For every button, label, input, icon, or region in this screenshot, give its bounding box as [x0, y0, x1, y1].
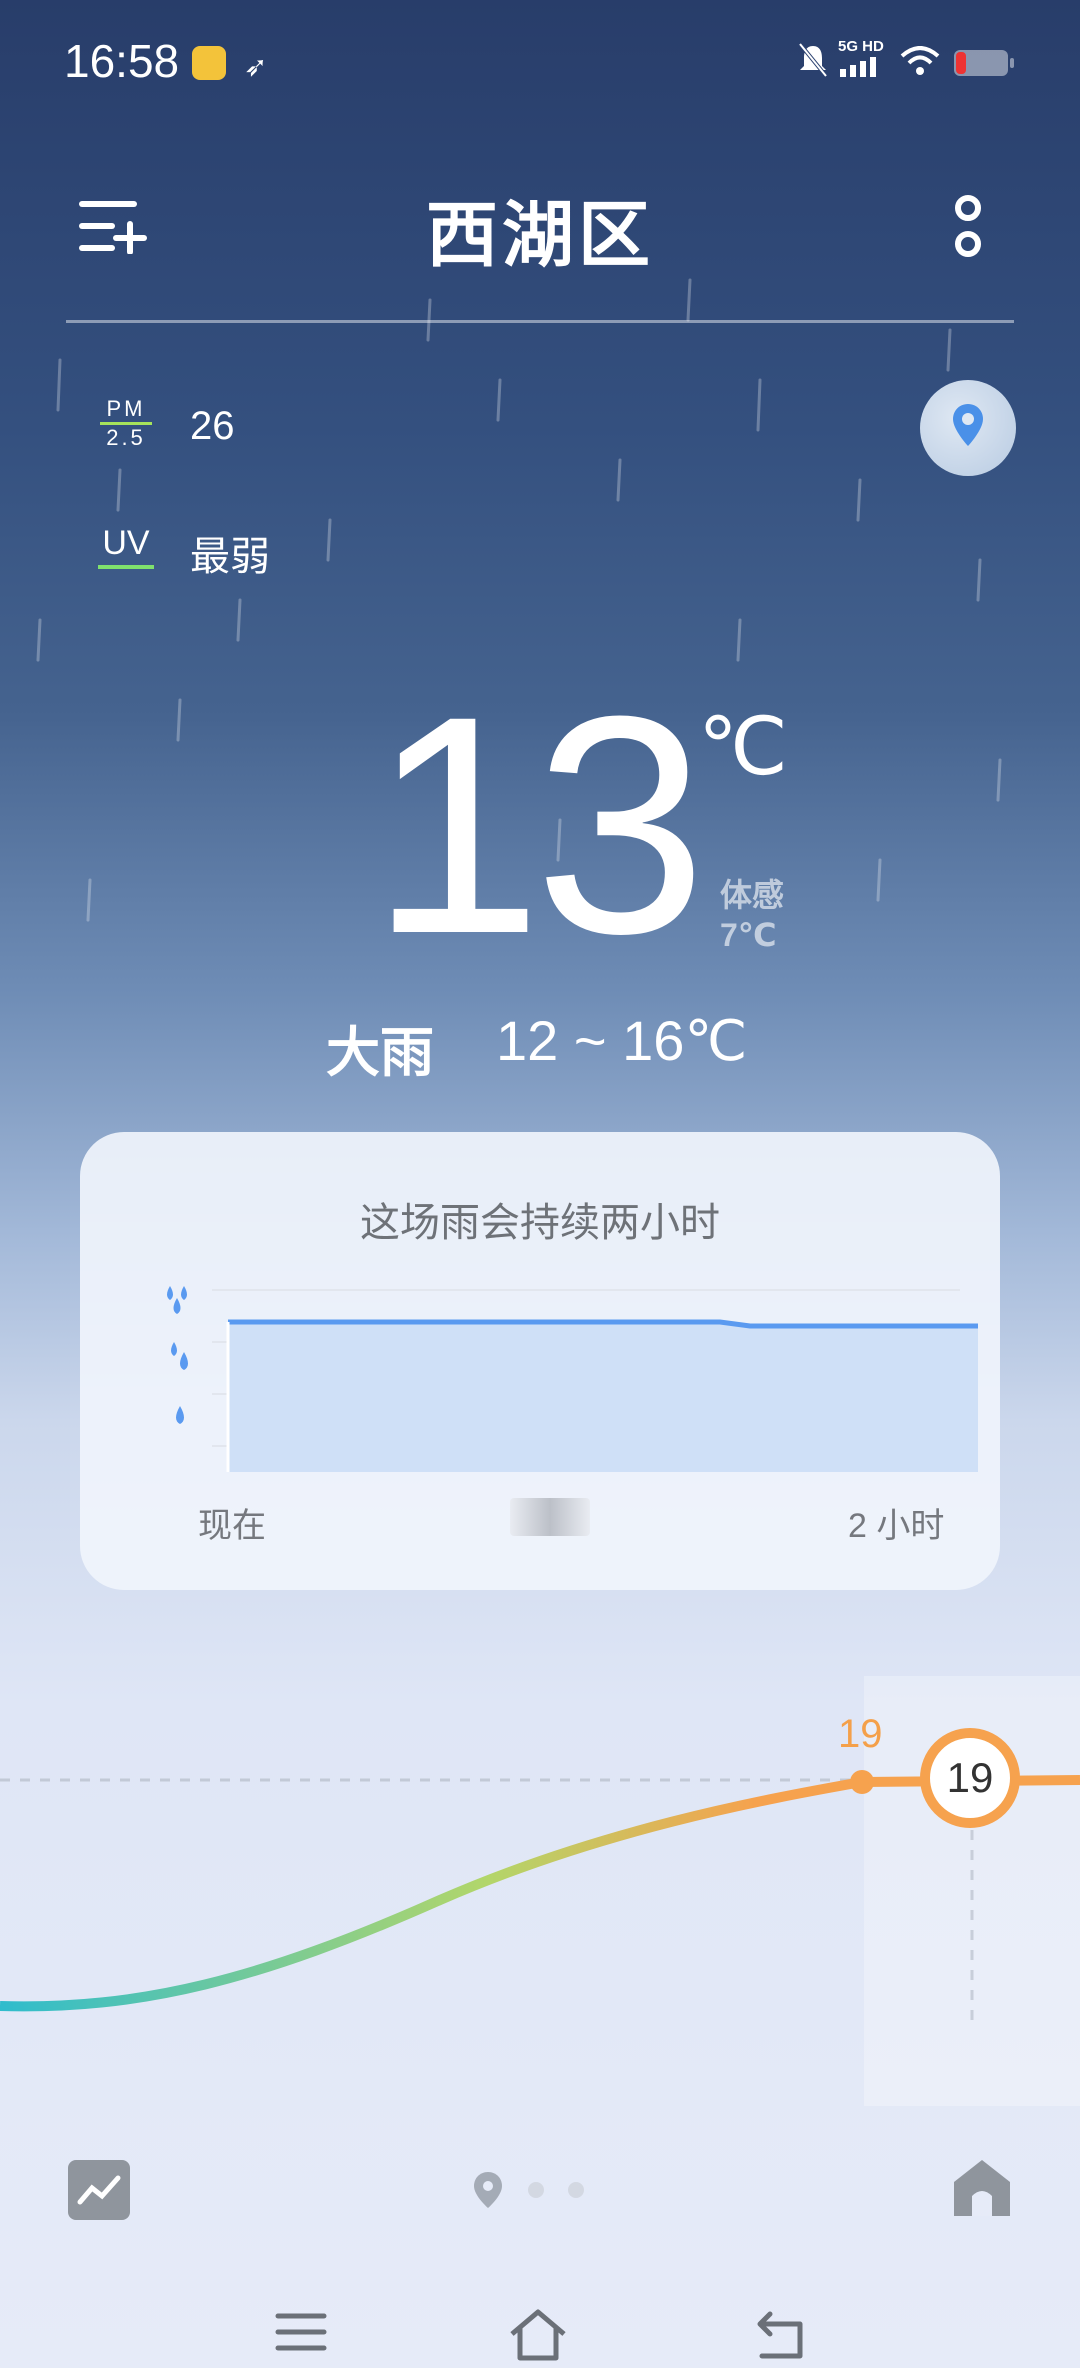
status-bar: 16:58 ➶ 5G HD [0, 0, 1080, 120]
uv-label: UV [102, 524, 150, 562]
pm-label-top: PM [106, 396, 146, 421]
heavy-rain-drops-icon [167, 1286, 187, 1314]
precipitation-chart [167, 1286, 978, 1472]
city-manage-menu-button[interactable] [78, 198, 148, 254]
back-nav-icon[interactable] [752, 2306, 808, 2362]
pm25-value: 26 [190, 404, 235, 448]
page-dot-3 [568, 2182, 584, 2198]
wifi-icon [900, 46, 940, 75]
feels-like-value: 7℃ [720, 917, 777, 953]
location-map-button[interactable] [920, 380, 1016, 476]
system-navigation-bar [0, 2300, 1080, 2368]
moderate-rain-drops-icon [171, 1342, 188, 1370]
peak-temperature-label: 19 [838, 1712, 883, 1756]
cell-signal-icon: 5G HD [838, 38, 888, 82]
current-hour-temperature-badge[interactable]: 19 [920, 1728, 1020, 1828]
notification-app-icon [192, 46, 226, 80]
uv-value: 最弱 [190, 535, 270, 579]
hourly-temperature-curve[interactable] [0, 1680, 1080, 2020]
current-temperature: 13 [370, 651, 707, 998]
pm25-tag: PM 2.5 [98, 398, 154, 449]
rain-chart-label-mid-blurred [510, 1498, 590, 1536]
uv-tag: UV [98, 524, 154, 569]
header-divider [66, 320, 1014, 323]
trend-icon [77, 2175, 121, 2205]
temperature-unit: ℃ [698, 702, 788, 791]
home-card-button[interactable] [950, 2156, 1014, 2220]
page-dot-2 [528, 2182, 544, 2198]
mute-bell-icon [798, 42, 828, 78]
network-type-label: 5G HD [838, 38, 884, 55]
map-pin-icon [953, 404, 983, 446]
peak-temperature-dot [850, 1770, 874, 1794]
pm-label-bottom: 2.5 [106, 425, 146, 450]
home-nav-icon[interactable] [506, 2306, 570, 2362]
battery-icon [954, 50, 1014, 76]
city-title: 西湖区 [425, 196, 654, 276]
status-time: 16:58 [64, 35, 180, 87]
menu-nav-icon[interactable] [274, 2306, 328, 2356]
rain-chart-label-now: 现在 [198, 1507, 266, 1545]
rain-card-title: 这场雨会持续两小时 [360, 1201, 720, 1245]
more-options-button[interactable] [946, 188, 990, 268]
page-indicator [474, 2172, 584, 2208]
precipitation-area [228, 1322, 978, 1472]
bird-notification-icon: ➶ [244, 51, 268, 82]
feels-like-label: 体感 [720, 877, 785, 913]
temperature-range: 12 ~ 16℃ [496, 1009, 748, 1072]
light-rain-drop-icon [176, 1406, 184, 1424]
weather-condition: 大雨 [326, 1023, 434, 1083]
trend-chart-button[interactable] [68, 2160, 130, 2220]
rain-chart-label-end: 2 小时 [848, 1507, 945, 1545]
rain-forecast-card[interactable]: 这场雨会持续两小时 现在 2 小时 [80, 1132, 1000, 1590]
